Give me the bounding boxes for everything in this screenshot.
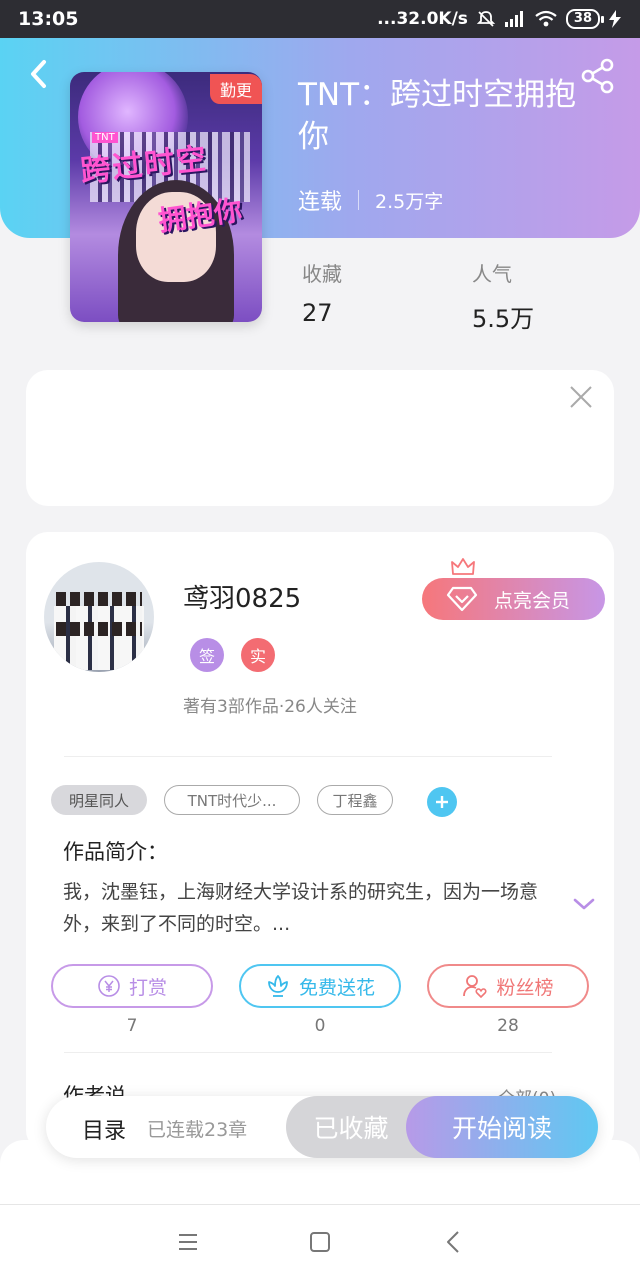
diamond-icon <box>446 586 478 612</box>
status-divider <box>358 190 360 210</box>
back-icon[interactable] <box>20 54 60 94</box>
popularity-stat: 人气 5.5万 <box>472 258 534 334</box>
book-cover[interactable]: TNT 跨过时空 拥抱你 <box>70 72 262 322</box>
status-time: 13:05 <box>18 8 79 30</box>
send-flower-button[interactable]: 免费送花 <box>239 964 401 1008</box>
network-speed: ...32.0K/s <box>377 9 468 29</box>
serial-status: 连载 <box>298 190 343 215</box>
fan-icon <box>463 975 487 998</box>
table-of-contents-button[interactable]: 目录 <box>82 1113 126 1145</box>
favorites-label: 收藏 <box>302 262 342 286</box>
wifi-icon <box>535 10 557 27</box>
favorites-stat: 收藏 27 <box>302 258 342 327</box>
verified-badge: 实 <box>241 638 275 672</box>
intro-title: 作品简介： <box>63 840 168 864</box>
reward-button[interactable]: 打赏 <box>51 964 213 1008</box>
chevron-down-icon[interactable] <box>571 894 597 914</box>
word-count: 2.5万字 <box>375 190 444 213</box>
author-name[interactable]: 鸢羽0825 <box>183 578 301 615</box>
add-tag-button[interactable] <box>427 787 457 817</box>
plus-icon <box>436 796 448 808</box>
collected-label: 已收藏 <box>313 1114 389 1143</box>
vip-button-label: 点亮会员 <box>494 589 571 612</box>
send-flower-label: 免费送花 <box>298 976 375 999</box>
fan-ranking-label: 粉丝榜 <box>496 976 554 999</box>
start-reading-button[interactable]: 开始阅读 <box>406 1096 598 1158</box>
update-badge: 勤更 <box>210 74 262 104</box>
author-meta: 著有3部作品·26人关注 <box>183 697 357 717</box>
intro-text[interactable]: 我，沈墨钰，上海财经大学设计系的研究生，因为一场意外，来到了不同的时空。... <box>63 876 553 940</box>
status-bar: 13:05 ...32.0K/s 38 <box>0 0 640 38</box>
genre-tag[interactable]: 丁程鑫 <box>317 785 393 815</box>
crown-icon <box>451 558 475 575</box>
status-icons: ...32.0K/s 38 <box>377 9 622 29</box>
book-title: TNT：跨过时空拥抱你 <box>298 77 577 155</box>
avatar-people-row <box>54 636 144 670</box>
popularity-label: 人气 <box>472 262 512 286</box>
fan-count: 28 <box>497 1016 519 1036</box>
menu-icon[interactable] <box>172 1226 204 1258</box>
popularity-value: 5.5万 <box>472 305 535 333</box>
reward-label: 打赏 <box>128 976 167 999</box>
genre-tag[interactable]: TNT时代少... <box>164 785 300 815</box>
reward-count: 7 <box>126 1016 138 1036</box>
home-icon[interactable] <box>304 1226 336 1258</box>
section-divider <box>64 1052 552 1053</box>
flower-icon <box>268 975 288 997</box>
favorites-value: 27 <box>302 299 333 327</box>
mute-icon <box>476 11 496 27</box>
section-divider <box>64 756 552 757</box>
charging-icon <box>609 10 621 28</box>
fan-ranking-button[interactable]: 粉丝榜 <box>427 964 589 1008</box>
avatar-heads-row <box>56 622 142 636</box>
book-status-row: 连载 2.5万字 <box>298 184 443 216</box>
battery-indicator: 38 <box>565 9 605 29</box>
coin-icon <box>98 975 120 997</box>
back-nav-icon[interactable] <box>438 1226 470 1258</box>
signed-badge: 签 <box>190 638 224 672</box>
start-reading-label: 开始阅读 <box>451 1114 552 1143</box>
author-avatar[interactable] <box>44 562 154 672</box>
avatar-heads-row <box>56 592 142 606</box>
signal-icon <box>504 11 523 27</box>
cover-tag: TNT <box>92 132 118 143</box>
ad-banner[interactable] <box>26 370 614 506</box>
flower-count: 0 <box>314 1016 326 1036</box>
genre-tag[interactable]: 明星同人 <box>51 785 147 815</box>
chapter-count[interactable]: 已连载23章 <box>147 1115 247 1142</box>
close-icon[interactable] <box>568 384 594 410</box>
